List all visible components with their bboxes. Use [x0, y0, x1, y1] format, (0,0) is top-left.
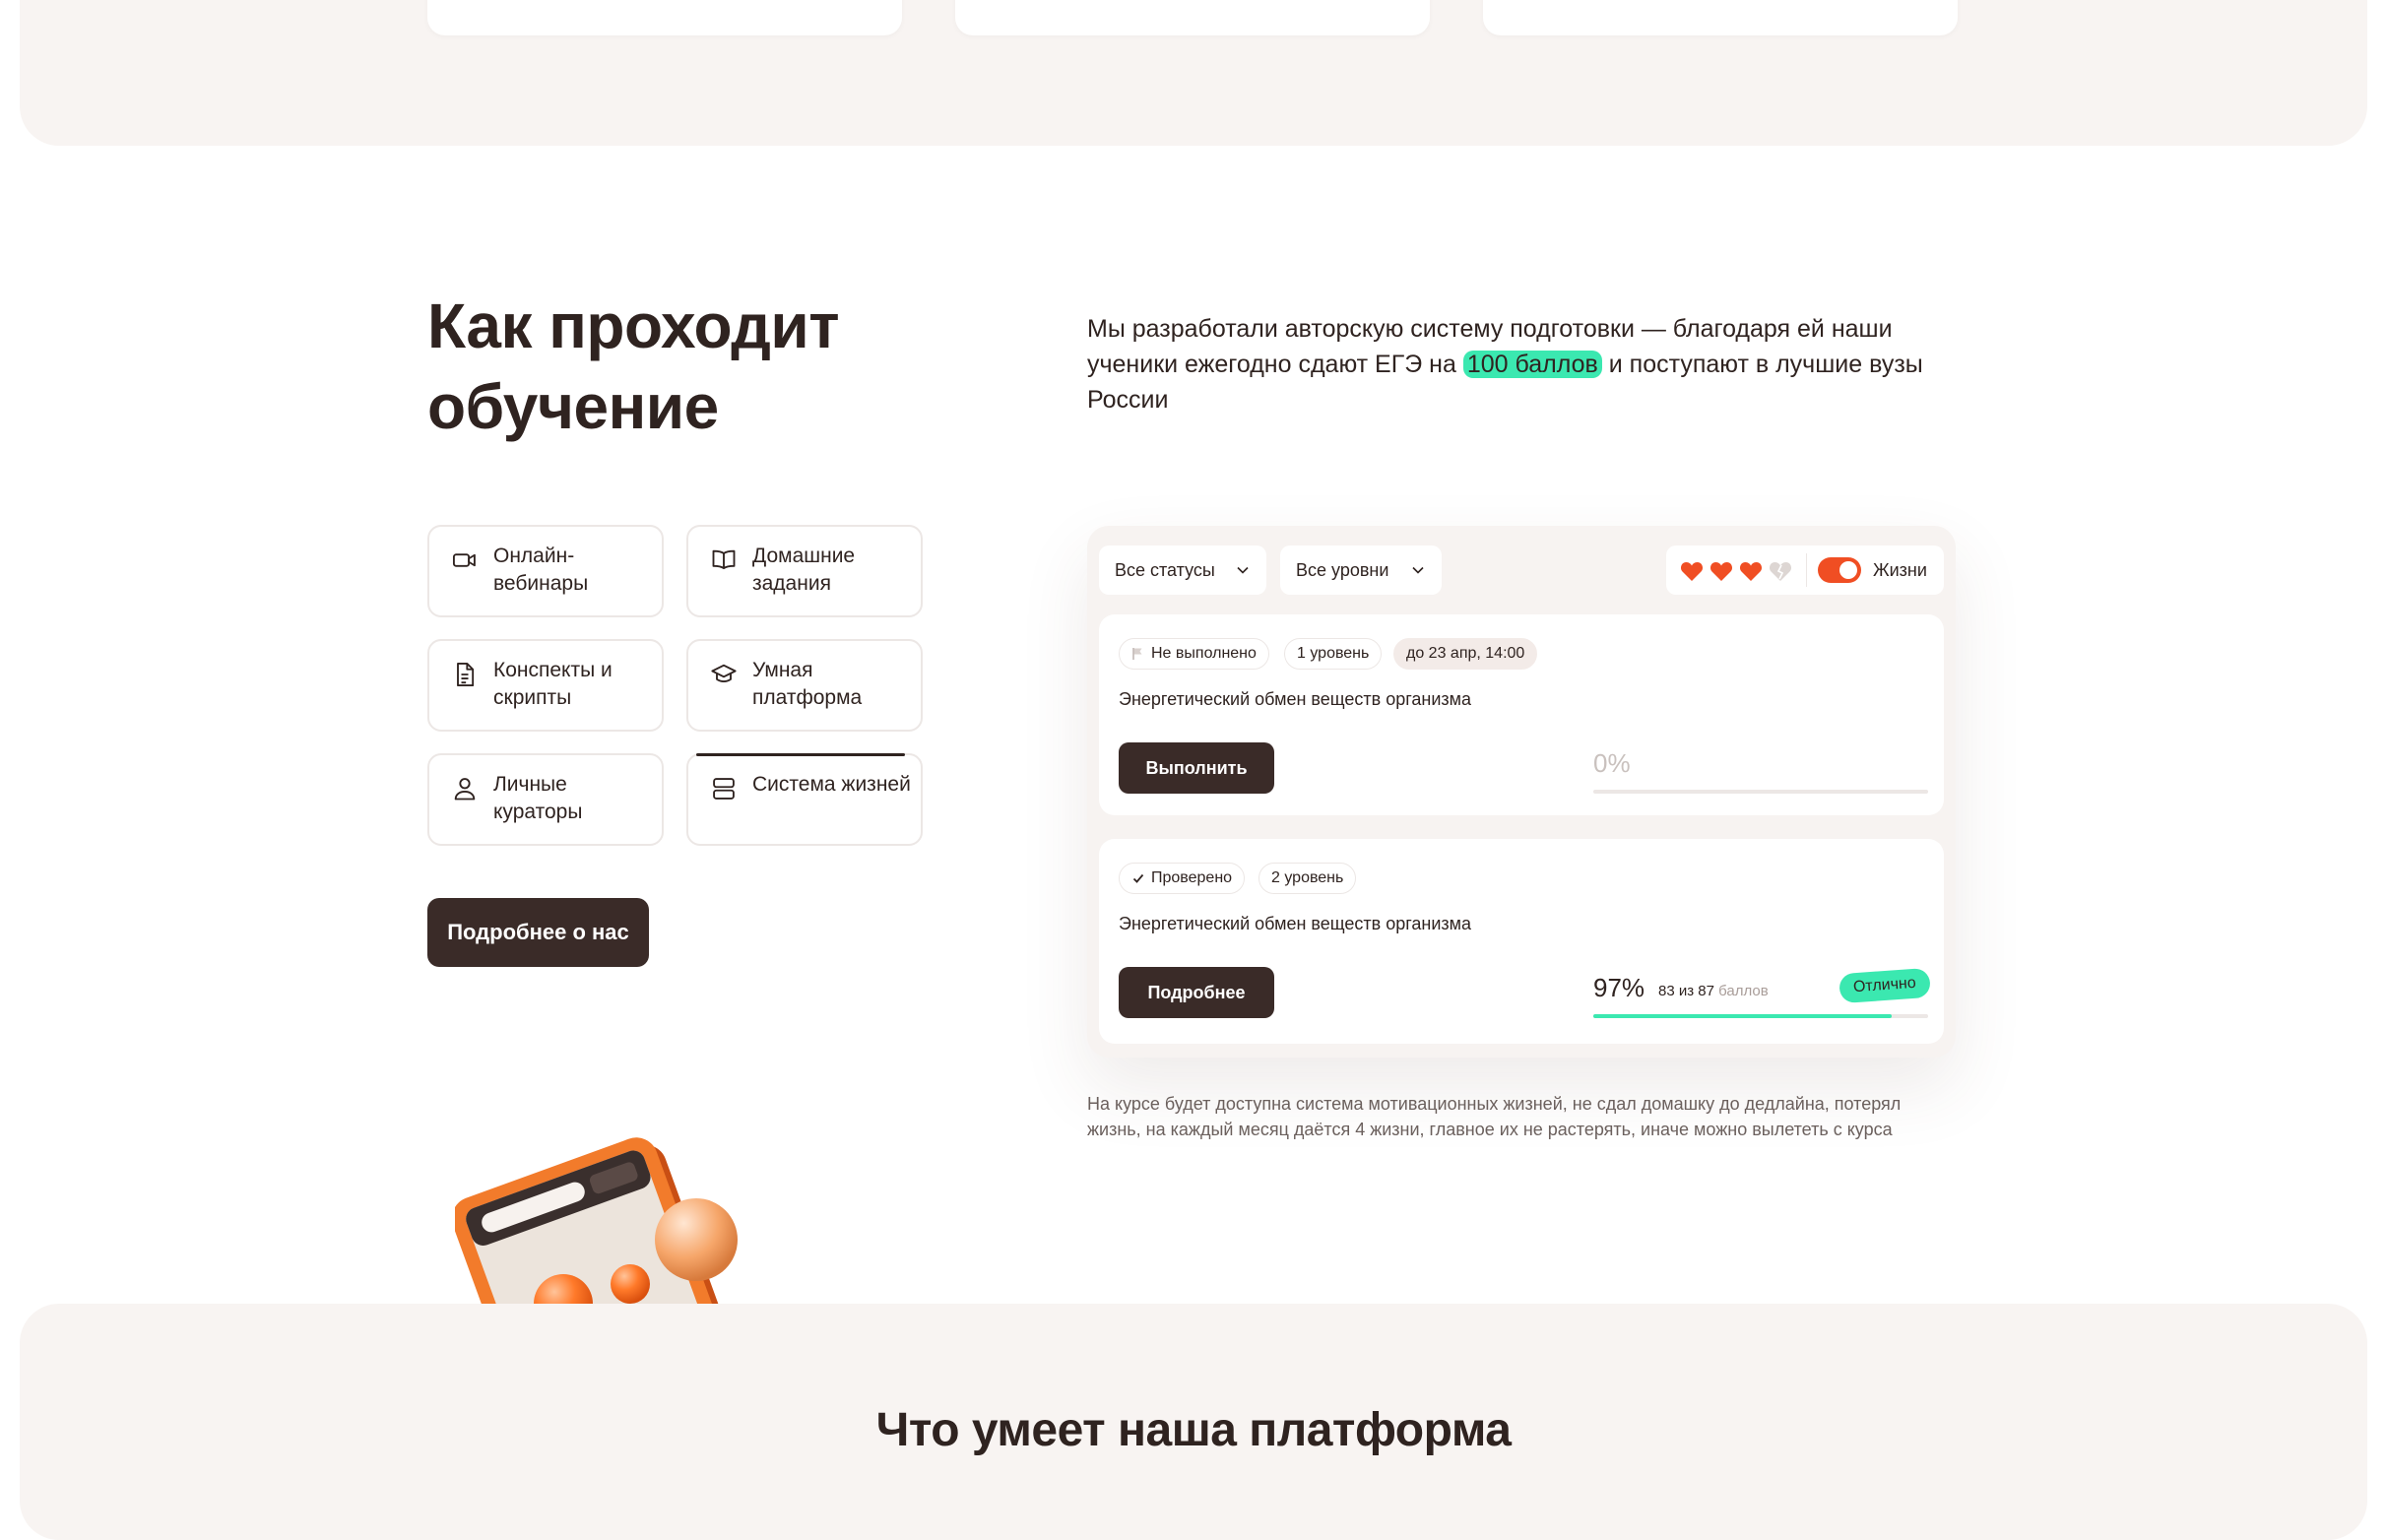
task-card: Не выполнено 1 уровень до 23 апр, 14:00 …	[1099, 614, 1944, 815]
task-card: Проверено 2 уровень Энергетический обмен…	[1099, 839, 1944, 1044]
lives-divider	[1806, 553, 1807, 587]
status-filter-value: Все статусы	[1115, 560, 1215, 580]
feature-tile-curators[interactable]: Личные кураторы	[427, 753, 664, 846]
details-button[interactable]: Подробнее	[1119, 967, 1274, 1018]
feature-tile-notes[interactable]: Конспекты и скрипты	[427, 639, 664, 732]
feature-tile-homework[interactable]: Домашние задания	[686, 525, 923, 617]
chevron-down-icon	[1237, 566, 1249, 574]
feature-label: Система жизней	[752, 773, 911, 796]
lives-widget: Жизни	[1666, 545, 1944, 595]
task-percent: 97%	[1593, 973, 1645, 1002]
feature-label: Личные кураторы	[493, 773, 583, 823]
lives-description: На курсе будет доступна система мотиваци…	[1087, 1094, 1902, 1139]
flag-icon	[1132, 648, 1142, 660]
person-icon	[454, 778, 476, 801]
grade-badge: Отлично	[1839, 967, 1931, 1004]
feature-label: Онлайн-вебинары	[493, 545, 589, 595]
status-filter-dropdown[interactable]: Все статусы	[1099, 545, 1266, 595]
status-text: Не выполнено	[1151, 645, 1257, 662]
check-icon	[1132, 873, 1144, 883]
lives-toggle[interactable]	[1818, 557, 1861, 583]
about-us-button[interactable]: Подробнее о нас	[427, 898, 649, 967]
section-intro: Мы разработали авторскую систему подгото…	[1087, 311, 1954, 417]
heart-full-icon	[1680, 562, 1704, 581]
level-chip: 2 уровень	[1258, 863, 1357, 894]
previous-card	[427, 0, 902, 35]
status-text: Проверено	[1151, 869, 1233, 886]
heart-full-icon	[1710, 562, 1733, 581]
previous-card	[955, 0, 1430, 35]
graduation-cap-icon	[711, 664, 737, 683]
feature-label: Конспекты и скрипты	[493, 659, 613, 709]
level-filter-dropdown[interactable]: Все уровни	[1280, 545, 1442, 595]
score-unit: баллов	[1718, 983, 1769, 999]
chevron-down-icon	[1412, 566, 1424, 574]
task-title: Энергетический обмен веществ организма	[1119, 914, 1472, 933]
document-icon	[457, 662, 475, 687]
status-chip-checked: Проверено	[1119, 863, 1246, 894]
section-heading: Как проходит обучение	[427, 290, 840, 442]
status-chip-not-done: Не выполнено	[1119, 638, 1269, 670]
intro-highlight: 100 баллов	[1462, 351, 1602, 378]
video-camera-icon	[452, 553, 476, 567]
open-book-icon	[712, 549, 736, 570]
lives-dashboard-panel: Все статусы Все уровни Жизни Не выполнен…	[1087, 526, 1956, 1058]
feature-tile-lives[interactable]: Система жизней	[686, 753, 923, 846]
feature-label: Умная платформа	[752, 659, 863, 709]
task-title: Энергетический обмен веществ организма	[1119, 689, 1472, 709]
feature-label: Домашние задания	[752, 545, 856, 595]
deadline-chip: до 23 апр, 14:00	[1393, 638, 1538, 670]
task-percent: 0%	[1593, 748, 1631, 778]
task-progress-track	[1593, 790, 1928, 794]
task-progress-fill	[1593, 1014, 1892, 1018]
lives-label: Жизни	[1873, 560, 1927, 580]
score-value: 83 из 87	[1658, 983, 1714, 999]
task-progress-track	[1593, 1014, 1928, 1018]
feature-tile-platform[interactable]: Умная платформа	[686, 639, 923, 732]
level-chip: 1 уровень	[1284, 638, 1383, 670]
level-filter-value: Все уровни	[1296, 560, 1389, 580]
feature-tile-webinars[interactable]: Онлайн-вебинары	[427, 525, 664, 617]
task-score: 83 из 87 баллов	[1658, 983, 1769, 999]
heart-full-icon	[1739, 562, 1763, 581]
server-stack-icon	[713, 778, 735, 800]
heart-broken-icon	[1769, 562, 1792, 581]
do-task-button[interactable]: Выполнить	[1119, 742, 1274, 794]
previous-card	[1483, 0, 1958, 35]
